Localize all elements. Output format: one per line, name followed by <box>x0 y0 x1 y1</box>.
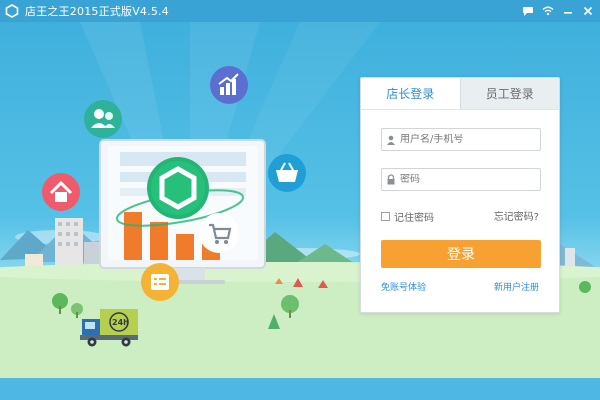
basket-icon <box>268 154 306 192</box>
forgot-password-link[interactable]: 忘记密码? <box>494 208 539 223</box>
remember-password[interactable]: 记住密码 <box>381 209 434 224</box>
username-field[interactable] <box>381 128 541 151</box>
bottom-bar <box>0 378 600 400</box>
users-icon <box>84 100 122 138</box>
password-field[interactable] <box>381 168 541 191</box>
tab-staff-login[interactable]: 员工登录 <box>459 78 559 109</box>
remember-checkbox[interactable] <box>381 212 390 221</box>
lock-icon <box>382 169 400 190</box>
register-link[interactable]: 新用户注册 <box>494 280 539 293</box>
user-icon <box>382 129 400 150</box>
window-controls <box>520 0 596 22</box>
close-icon[interactable] <box>580 3 596 19</box>
chart-icon <box>210 66 248 104</box>
login-button[interactable]: 登录 <box>381 240 541 268</box>
truck-24h-badge: 24h <box>112 318 129 327</box>
tab-owner-login[interactable]: 店长登录 <box>361 78 460 109</box>
truck-icon <box>80 309 138 347</box>
username-input[interactable] <box>400 134 536 145</box>
window-title: 店王之王2015正式版V4.5.4 <box>25 5 169 18</box>
free-trial-link[interactable]: 免账号体验 <box>381 280 426 293</box>
cart-icon <box>199 213 239 253</box>
title-bar: 店王之王2015正式版V4.5.4 <box>0 0 600 22</box>
remember-label: 记住密码 <box>394 213 434 224</box>
form-icon <box>141 263 179 301</box>
app-logo-icon <box>5 4 19 18</box>
password-input[interactable] <box>400 174 536 185</box>
chat-icon[interactable] <box>520 3 536 19</box>
home-icon <box>42 173 80 211</box>
minimize-icon[interactable] <box>560 3 576 19</box>
wifi-icon[interactable] <box>540 3 556 19</box>
delivery-truck: 24h <box>80 307 140 349</box>
login-panel: 店长登录 员工登录 记住密码 忘记密码? 登录 免账号体验 新用户注册 <box>360 77 560 313</box>
login-tabs: 店长登录 员工登录 <box>361 78 559 110</box>
